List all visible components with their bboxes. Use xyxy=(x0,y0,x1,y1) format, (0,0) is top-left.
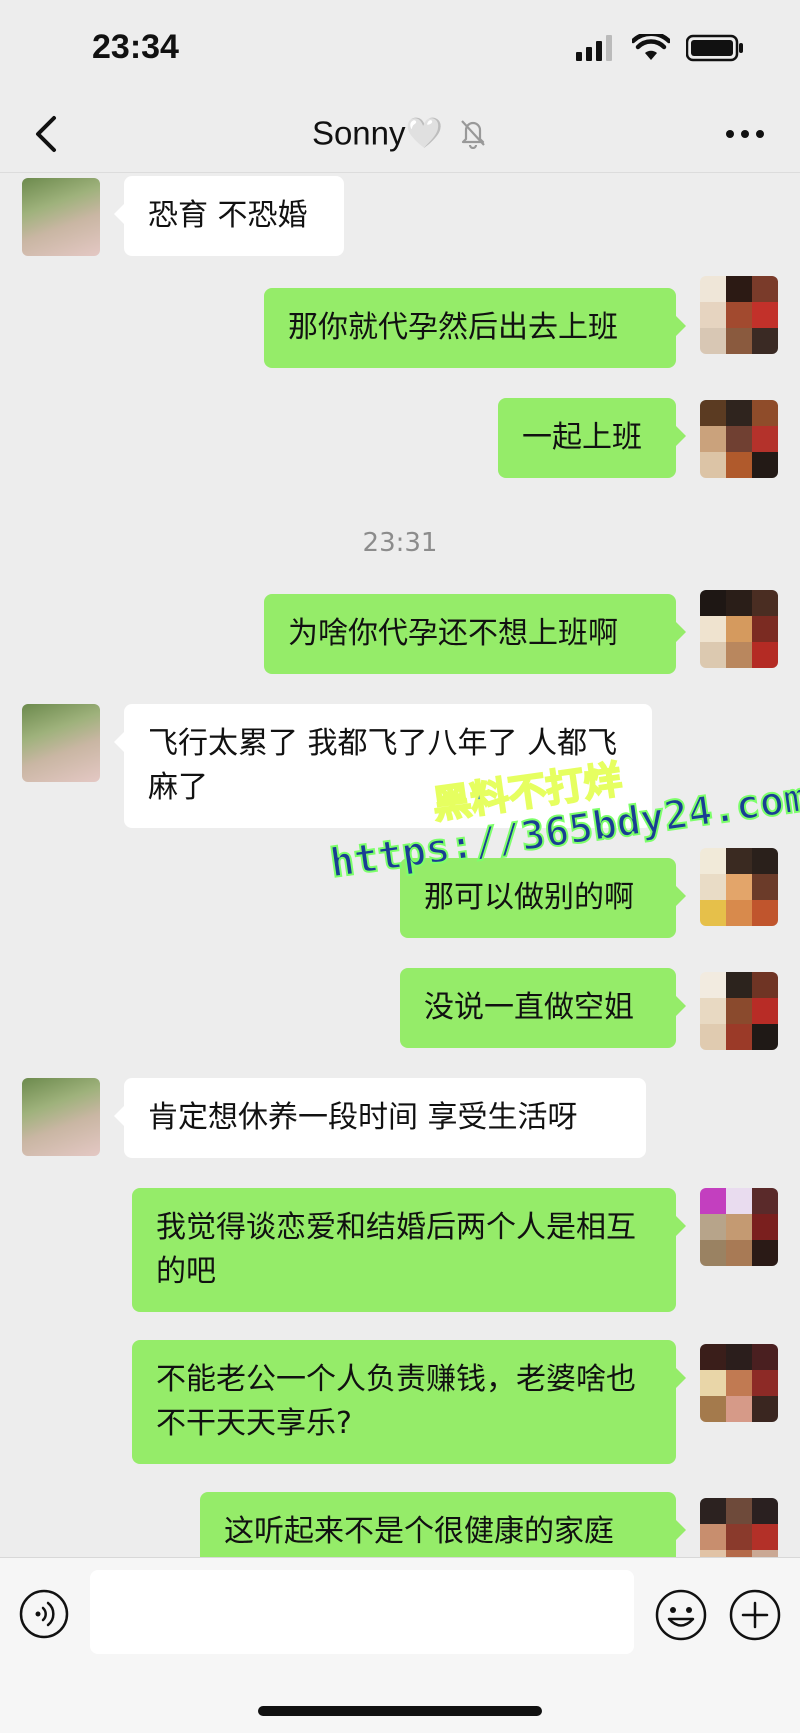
self-avatar[interactable] xyxy=(700,1498,778,1557)
contact-name: Sonny xyxy=(311,114,406,152)
message-bubble[interactable]: 飞行太累了 我都飞了八年了 人都飞麻了 xyxy=(114,704,652,828)
mute-bell-icon xyxy=(461,120,485,150)
self-avatar[interactable] xyxy=(700,1344,778,1422)
wifi-icon xyxy=(632,34,670,60)
heart-emoji: 🤍 xyxy=(405,116,443,150)
message-bubble[interactable]: 那你就代孕然后出去上班 xyxy=(264,288,686,368)
home-indicator xyxy=(258,1706,542,1716)
signal-icon xyxy=(576,35,612,61)
more-options-button[interactable] xyxy=(720,112,770,156)
input-bar xyxy=(0,1557,800,1733)
contact-avatar[interactable] xyxy=(22,1078,100,1156)
status-bar: 23:34 xyxy=(0,0,800,100)
battery-icon xyxy=(686,34,743,62)
contact-avatar[interactable] xyxy=(22,178,100,256)
status-icons xyxy=(576,34,744,62)
message-bubble[interactable]: 没说一直做空姐 xyxy=(400,968,686,1048)
contact-avatar[interactable] xyxy=(22,704,100,782)
self-avatar[interactable] xyxy=(700,972,778,1050)
self-avatar[interactable] xyxy=(700,848,778,926)
message-input[interactable] xyxy=(90,1570,634,1654)
self-avatar[interactable] xyxy=(700,400,778,478)
self-avatar[interactable] xyxy=(700,590,778,668)
message-bubble[interactable]: 一起上班 xyxy=(498,398,686,478)
message-bubble[interactable]: 那可以做别的啊 xyxy=(400,858,686,938)
message-list[interactable]: 恐育 不恐婚 那你就代孕然后出去上班 一起上班 23:31 为啥你代孕还不想上班… xyxy=(0,172,800,1557)
message-bubble[interactable]: 恐育 不恐婚 xyxy=(114,176,344,256)
message-bubble[interactable]: 我觉得谈恋爱和结婚后两个人是相互的吧 xyxy=(132,1188,686,1312)
chat-title: Sonny🤍 xyxy=(0,112,800,152)
status-time: 23:34 xyxy=(92,28,179,66)
message-bubble[interactable]: 肯定想休养一段时间 享受生活呀 xyxy=(114,1078,646,1158)
self-avatar[interactable] xyxy=(700,1188,778,1266)
message-bubble[interactable]: 这听起来不是个很健康的家庭 xyxy=(200,1492,686,1557)
self-avatar[interactable] xyxy=(700,276,778,354)
emoji-icon[interactable] xyxy=(654,1588,708,1642)
chat-header: Sonny🤍 xyxy=(0,100,800,173)
message-timestamp: 23:31 xyxy=(362,528,438,558)
voice-icon[interactable] xyxy=(18,1588,70,1640)
message-bubble[interactable]: 为啥你代孕还不想上班啊 xyxy=(264,594,686,674)
plus-icon[interactable] xyxy=(728,1588,782,1642)
message-bubble[interactable]: 不能老公一个人负责赚钱，老婆啥也不干天天享乐? xyxy=(132,1340,686,1464)
